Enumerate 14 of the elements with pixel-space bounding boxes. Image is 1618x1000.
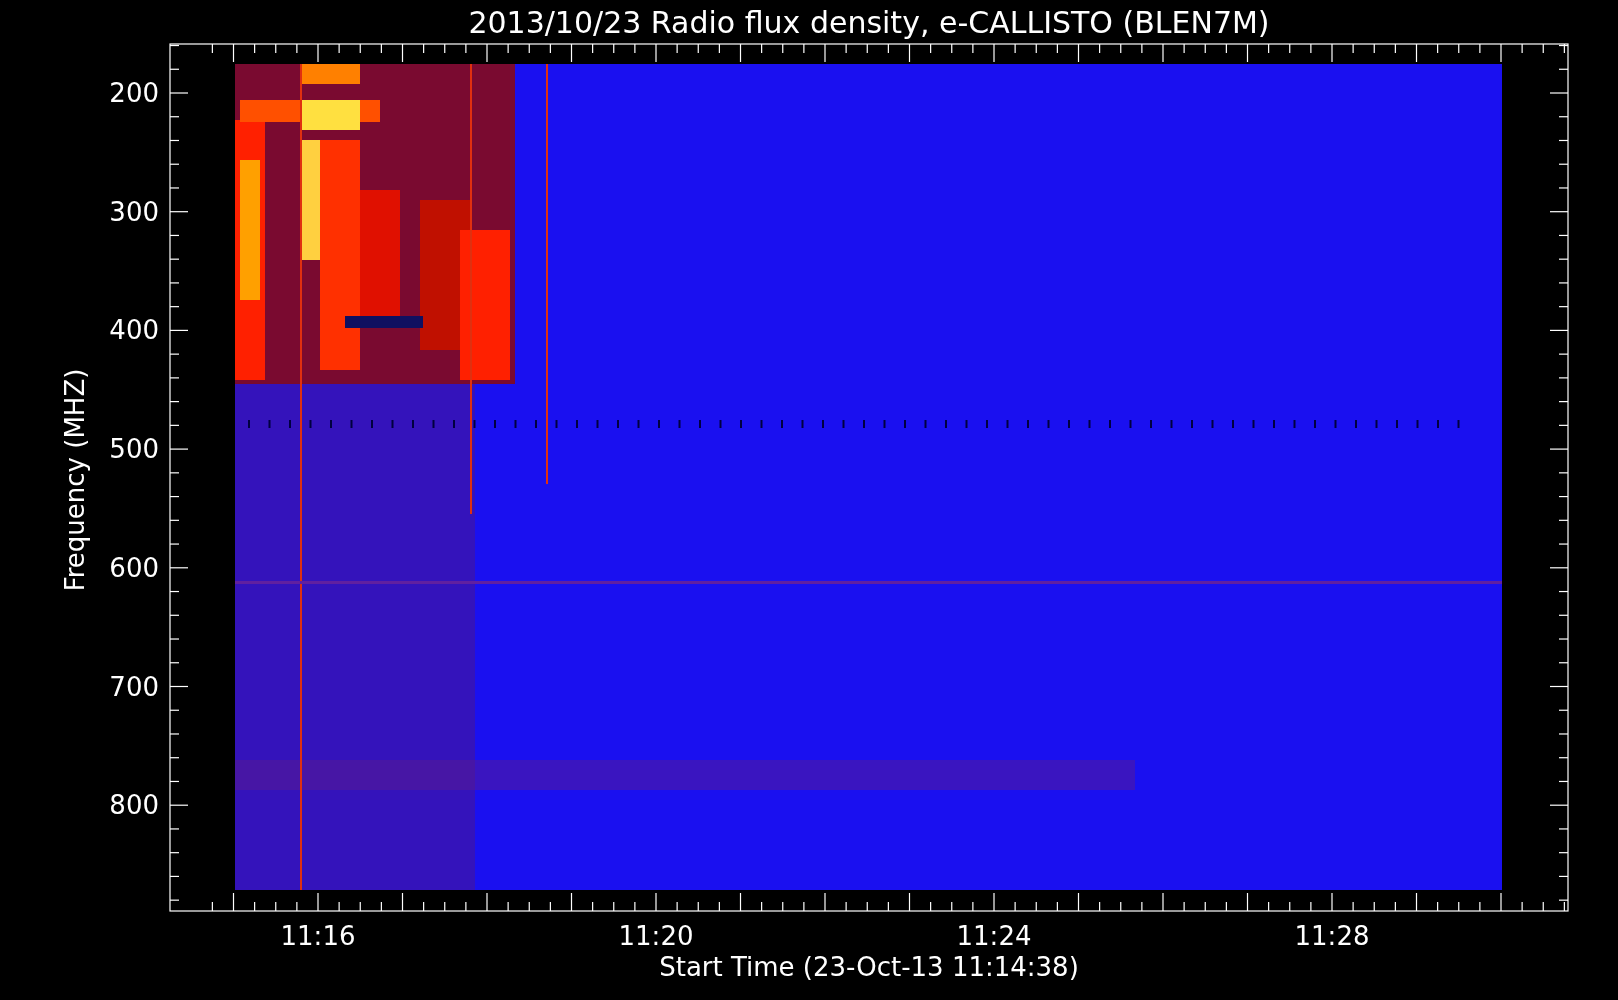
y-tick-label: 200 [109, 78, 159, 108]
x-tick-label: 11:24 [956, 921, 1032, 951]
y-tick-label: 600 [109, 552, 159, 583]
y-axis-label: Frequency (MHZ) [60, 368, 90, 592]
y-tick-label: 500 [109, 434, 159, 465]
x-tick-label: 11:28 [1294, 921, 1370, 951]
y-tick-label: 700 [109, 671, 159, 702]
y-tick-label: 800 [109, 790, 159, 821]
x-axis-label: Start Time (23-Oct-13 11:14:38) [659, 952, 1079, 982]
y-tick-label: 400 [109, 315, 159, 346]
x-tick-label: 11:20 [618, 921, 694, 951]
chart-title: 2013/10/23 Radio flux density, e-CALLISTO (BLEN7M) [468, 5, 1270, 40]
x-tick-label: 11:16 [280, 921, 356, 951]
y-tick-label: 300 [109, 196, 159, 227]
